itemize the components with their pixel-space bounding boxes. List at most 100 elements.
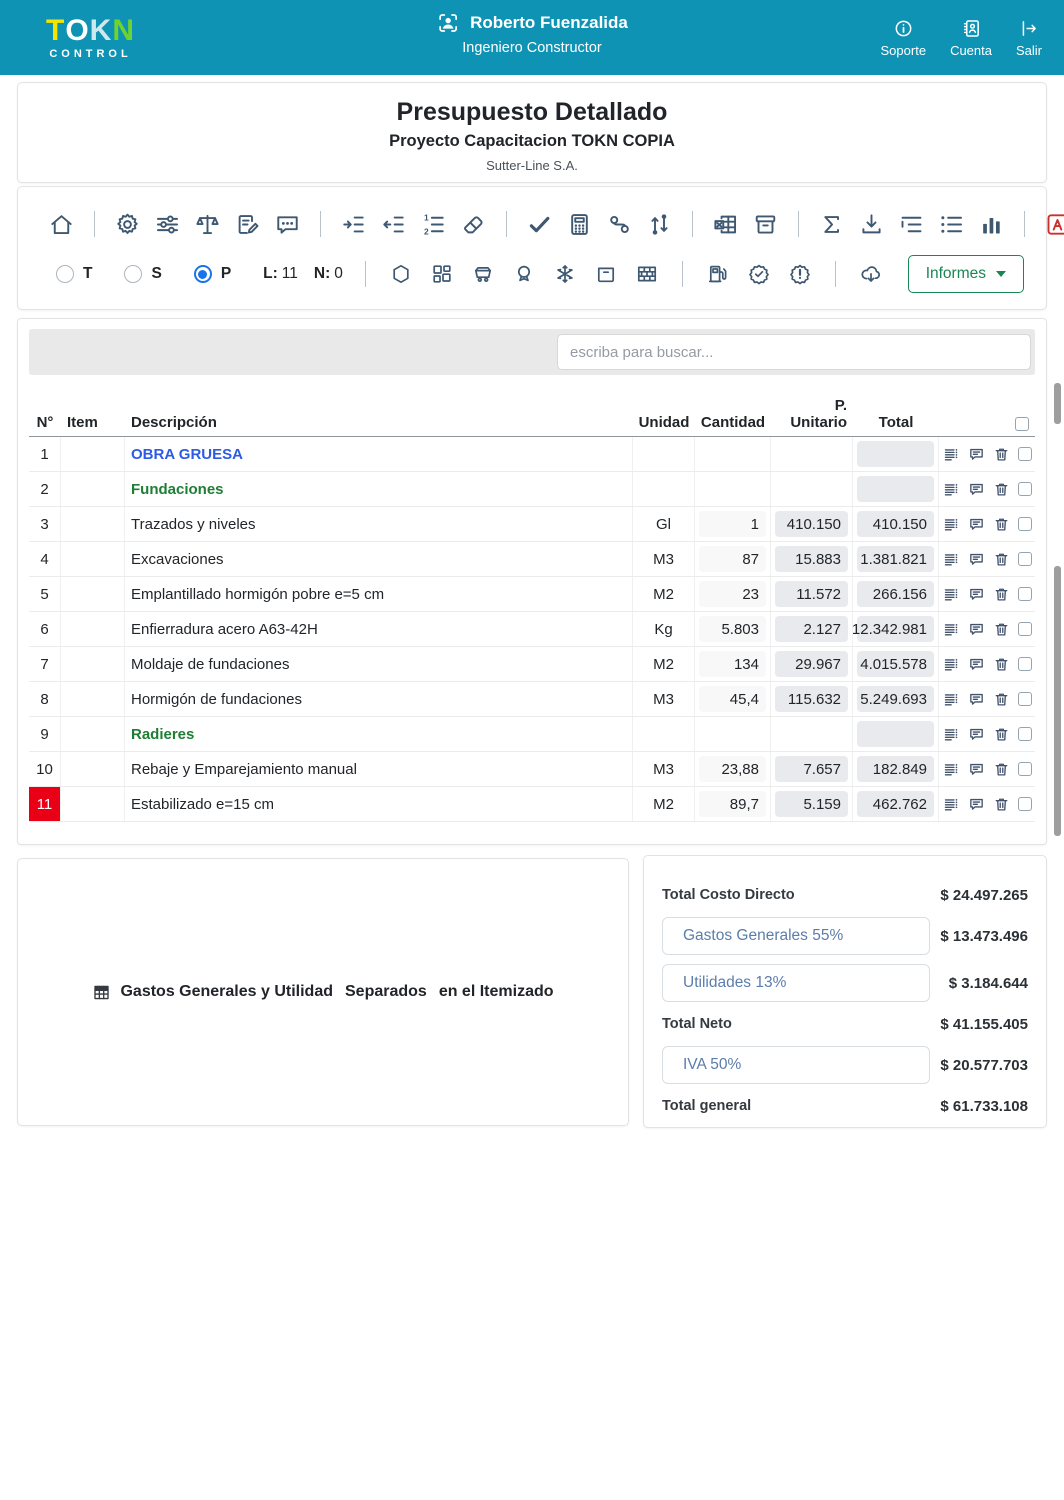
detail-lines-icon[interactable] [943, 586, 960, 603]
nav-cuenta[interactable]: Cuenta [950, 18, 992, 58]
row-cantidad[interactable] [695, 437, 771, 471]
bar-chart-icon[interactable] [978, 211, 1005, 238]
trash-icon[interactable] [993, 691, 1010, 708]
sigma-icon[interactable] [818, 211, 845, 238]
home-icon[interactable] [48, 211, 75, 238]
scrollbar-thumb[interactable] [1054, 383, 1061, 424]
row-checkbox[interactable] [1018, 657, 1032, 671]
punitario-value[interactable]: 29.967 [775, 651, 848, 677]
detail-lines-icon[interactable] [943, 796, 960, 813]
comment-icon[interactable] [968, 551, 985, 568]
swap-vertical-icon[interactable] [646, 211, 673, 238]
punitario-value[interactable]: 5.159 [775, 791, 848, 817]
radio-t[interactable]: T [56, 265, 92, 283]
comment-icon[interactable] [968, 656, 985, 673]
row-checkbox[interactable] [1018, 727, 1032, 741]
row-cantidad[interactable]: 45,4 [695, 682, 771, 716]
comment-dots-icon[interactable] [274, 211, 301, 238]
row-checkbox[interactable] [1018, 517, 1032, 531]
informes-button[interactable]: Informes [908, 255, 1024, 293]
row-punitario[interactable]: 7.657 [771, 752, 853, 786]
row-checkbox[interactable] [1018, 622, 1032, 636]
row-cantidad[interactable]: 134 [695, 647, 771, 681]
cantidad-value[interactable]: 23,88 [699, 756, 766, 782]
detail-lines-icon[interactable] [943, 551, 960, 568]
row-cantidad[interactable]: 23 [695, 577, 771, 611]
seal-alert-icon[interactable] [788, 262, 812, 286]
trash-icon[interactable] [993, 551, 1010, 568]
cantidad-value[interactable]: 1 [699, 511, 766, 537]
cart-icon[interactable] [471, 262, 495, 286]
row-cantidad[interactable]: 5.803 [695, 612, 771, 646]
cantidad-value[interactable]: 134 [699, 651, 766, 677]
cantidad-value[interactable]: 45,4 [699, 686, 766, 712]
detail-lines-icon[interactable] [943, 691, 960, 708]
hexagon-icon[interactable] [389, 262, 413, 286]
row-cantidad[interactable]: 89,7 [695, 787, 771, 821]
medal-icon[interactable] [512, 262, 536, 286]
comment-icon[interactable] [968, 481, 985, 498]
row-punitario[interactable] [771, 437, 853, 471]
row-cantidad[interactable]: 1 [695, 507, 771, 541]
comment-icon[interactable] [968, 446, 985, 463]
punitario-value[interactable]: 2.127 [775, 616, 848, 642]
gear-icon[interactable] [114, 211, 141, 238]
row-punitario[interactable] [771, 717, 853, 751]
trash-icon[interactable] [993, 761, 1010, 778]
row-checkbox[interactable] [1018, 447, 1032, 461]
scales-icon[interactable] [194, 211, 221, 238]
trash-icon[interactable] [993, 621, 1010, 638]
row-checkbox[interactable] [1018, 692, 1032, 706]
nav-soporte[interactable]: Soporte [881, 18, 927, 58]
radio-s-circle[interactable] [124, 265, 142, 283]
blocks-icon[interactable] [430, 262, 454, 286]
select-all-checkbox[interactable] [1015, 417, 1029, 431]
comment-icon[interactable] [968, 691, 985, 708]
calculator-icon[interactable] [566, 211, 593, 238]
row-checkbox[interactable] [1018, 762, 1032, 776]
comment-icon[interactable] [968, 726, 985, 743]
trash-icon[interactable] [993, 446, 1010, 463]
punitario-value[interactable]: 410.150 [775, 511, 848, 537]
numbered-list-icon[interactable]: 12 [420, 211, 447, 238]
trash-icon[interactable] [993, 586, 1010, 603]
row-cantidad[interactable] [695, 472, 771, 506]
indent-icon[interactable] [340, 211, 367, 238]
download-icon[interactable] [858, 211, 885, 238]
detail-lines-icon[interactable] [943, 516, 960, 533]
radio-s[interactable]: S [124, 265, 161, 283]
outdent-icon[interactable] [380, 211, 407, 238]
row-punitario[interactable]: 5.159 [771, 787, 853, 821]
row-punitario[interactable]: 11.572 [771, 577, 853, 611]
row-punitario[interactable]: 410.150 [771, 507, 853, 541]
detail-lines-icon[interactable] [943, 621, 960, 638]
radio-p[interactable]: P [194, 265, 231, 283]
sliders-icon[interactable] [154, 211, 181, 238]
cantidad-value[interactable]: 23 [699, 581, 766, 607]
cantidad-value[interactable]: 87 [699, 546, 766, 572]
iva-input[interactable]: IVA 50% [662, 1046, 930, 1084]
punitario-value[interactable]: 7.657 [775, 756, 848, 782]
detail-lines-icon[interactable] [943, 656, 960, 673]
nav-salir[interactable]: Salir [1016, 18, 1042, 58]
row-checkbox[interactable] [1018, 482, 1032, 496]
gastos-generales-input[interactable]: Gastos Generales 55% [662, 917, 930, 955]
comment-icon[interactable] [968, 796, 985, 813]
trash-icon[interactable] [993, 481, 1010, 498]
row-cantidad[interactable]: 23,88 [695, 752, 771, 786]
punitario-value[interactable]: 115.632 [775, 686, 848, 712]
trash-icon[interactable] [993, 796, 1010, 813]
cloud-download-icon[interactable] [859, 262, 883, 286]
radio-t-circle[interactable] [56, 265, 74, 283]
cantidad-value[interactable]: 5.803 [699, 616, 766, 642]
bricks-icon[interactable] [635, 262, 659, 286]
row-checkbox[interactable] [1018, 587, 1032, 601]
box-icon[interactable] [594, 262, 618, 286]
row-checkbox[interactable] [1018, 797, 1032, 811]
check-icon[interactable] [526, 211, 553, 238]
link-nodes-icon[interactable] [606, 211, 633, 238]
row-punitario[interactable]: 2.127 [771, 612, 853, 646]
punitario-value[interactable]: 15.883 [775, 546, 848, 572]
comment-icon[interactable] [968, 586, 985, 603]
comment-icon[interactable] [968, 621, 985, 638]
